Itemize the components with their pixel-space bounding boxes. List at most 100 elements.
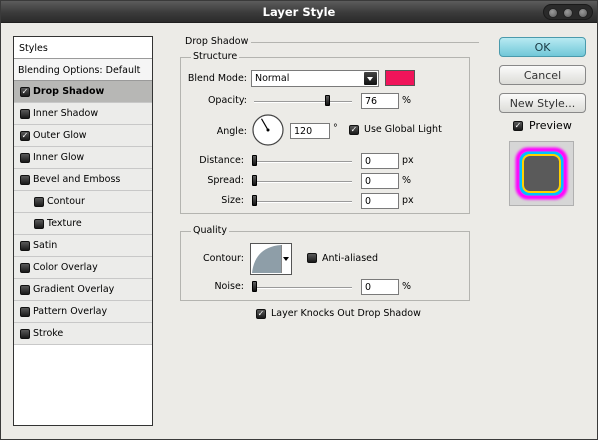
styles-list: Styles Blending Options: Default ✓ Drop S… [13, 36, 153, 426]
style-item-checkbox[interactable] [20, 285, 30, 295]
preview-checkbox[interactable]: ✓ [513, 121, 523, 131]
style-item-texture[interactable]: Texture [14, 213, 152, 235]
style-item-checkbox[interactable] [20, 307, 30, 317]
size-label: Size: [221, 195, 244, 206]
style-item-color-overlay[interactable]: Color Overlay [14, 257, 152, 279]
triangle-down-icon [283, 257, 289, 261]
noise-unit: % [402, 281, 412, 292]
preview-label: Preview [529, 119, 572, 132]
preview-thumbnail [509, 141, 574, 206]
style-item-checkbox[interactable] [34, 219, 44, 229]
new-style-button[interactable]: New Style... [499, 93, 586, 113]
angle-input[interactable]: 120 [290, 123, 330, 139]
style-item-label: Gradient Overlay [33, 284, 115, 295]
spread-unit: % [402, 175, 412, 186]
drop-shadow-divider [251, 42, 479, 43]
window-controls [543, 4, 593, 20]
style-item-checkbox[interactable] [20, 241, 30, 251]
drop-shadow-title: Drop Shadow [183, 36, 251, 47]
contour-curve-icon [252, 245, 281, 273]
size-slider-thumb[interactable] [252, 195, 257, 206]
distance-unit: px [402, 155, 414, 166]
spread-slider-thumb[interactable] [252, 175, 257, 186]
style-item-label: Stroke [33, 328, 64, 339]
style-item-checkbox[interactable] [20, 153, 30, 163]
style-items-container: ✓ Drop Shadow Inner Shadow ✓ Outer Glow Inner… [14, 81, 152, 345]
use-global-light-checkbox[interactable]: ✓ [349, 125, 359, 135]
style-item-label: Contour [47, 196, 85, 207]
size-slider-track[interactable] [254, 201, 352, 203]
blend-mode-value: Normal [255, 73, 290, 84]
anti-aliased-label: Anti-aliased [322, 253, 379, 264]
contour-dropdown[interactable] [281, 245, 290, 273]
opacity-input[interactable]: 76 [361, 93, 399, 109]
style-item-checkbox[interactable]: ✓ [20, 87, 30, 97]
style-item-label: Satin [33, 240, 58, 251]
size-unit: px [402, 195, 414, 206]
style-item-label: Color Overlay [33, 262, 98, 273]
style-item-checkbox[interactable] [20, 263, 30, 273]
spread-input[interactable]: 0 [361, 173, 399, 189]
style-item-label: Drop Shadow [33, 86, 105, 97]
window-title: Layer Style [262, 5, 336, 19]
noise-slider-thumb[interactable] [252, 281, 257, 292]
style-item-inner-shadow[interactable]: Inner Shadow [14, 103, 152, 125]
opacity-slider-thumb[interactable] [325, 95, 331, 106]
blending-options-item[interactable]: Blending Options: Default [14, 59, 152, 81]
spread-label: Spread: [207, 175, 244, 186]
minimize-button[interactable] [548, 8, 558, 18]
knockout-checkbox[interactable]: ✓ [256, 309, 266, 319]
style-item-outer-glow[interactable]: ✓ Outer Glow [14, 125, 152, 147]
styles-header[interactable]: Styles [14, 37, 152, 59]
noise-input[interactable]: 0 [361, 279, 399, 295]
cancel-button[interactable]: Cancel [499, 65, 586, 85]
style-item-checkbox[interactable] [20, 175, 30, 185]
blend-mode-select[interactable]: Normal [251, 70, 379, 87]
angle-unit: ° [333, 123, 338, 134]
style-item-satin[interactable]: Satin [14, 235, 152, 257]
style-item-pattern-overlay[interactable]: Pattern Overlay [14, 301, 152, 323]
maximize-button[interactable] [563, 8, 573, 18]
style-item-label: Inner Shadow [33, 108, 99, 119]
knockout-label: Layer Knocks Out Drop Shadow [271, 308, 421, 319]
preview-image [515, 147, 568, 200]
use-global-light-label: Use Global Light [364, 124, 442, 135]
opacity-unit: % [402, 95, 412, 106]
title-bar[interactable]: Layer Style [1, 1, 597, 23]
anti-aliased-checkbox[interactable] [307, 253, 317, 263]
style-item-label: Bevel and Emboss [33, 174, 121, 185]
quality-title: Quality [191, 225, 229, 236]
angle-dial[interactable] [251, 113, 285, 147]
chevron-down-icon [364, 72, 377, 85]
blend-mode-label: Blend Mode: [187, 73, 247, 84]
style-item-checkbox[interactable]: ✓ [20, 131, 30, 141]
style-item-gradient-overlay[interactable]: Gradient Overlay [14, 279, 152, 301]
shadow-color-swatch[interactable] [385, 70, 415, 86]
style-item-stroke[interactable]: Stroke [14, 323, 152, 345]
distance-slider-track[interactable] [254, 161, 352, 163]
ok-button[interactable]: OK [499, 37, 586, 57]
close-button[interactable] [578, 8, 588, 18]
style-item-contour[interactable]: Contour [14, 191, 152, 213]
style-item-bevel-and-emboss[interactable]: Bevel and Emboss [14, 169, 152, 191]
style-item-checkbox[interactable] [20, 109, 30, 119]
opacity-slider-track[interactable] [254, 101, 352, 103]
distance-slider-thumb[interactable] [252, 155, 257, 166]
spread-slider-track[interactable] [254, 181, 352, 183]
noise-label: Noise: [214, 281, 244, 292]
style-item-label: Inner Glow [33, 152, 85, 163]
contour-picker[interactable] [250, 243, 292, 275]
style-item-inner-glow[interactable]: Inner Glow [14, 147, 152, 169]
style-item-checkbox[interactable] [20, 329, 30, 339]
style-item-drop-shadow[interactable]: ✓ Drop Shadow [14, 81, 152, 103]
layer-style-dialog: Layer Style Styles Blending Options: Def… [0, 0, 598, 440]
style-item-label: Outer Glow [33, 130, 87, 141]
style-item-label: Pattern Overlay [33, 306, 108, 317]
noise-slider-track[interactable] [254, 287, 352, 289]
style-item-checkbox[interactable] [34, 197, 44, 207]
style-item-label: Texture [47, 218, 82, 229]
size-input[interactable]: 0 [361, 193, 399, 209]
opacity-label: Opacity: [207, 95, 247, 106]
contour-label: Contour: [203, 253, 244, 264]
distance-input[interactable]: 0 [361, 153, 399, 169]
